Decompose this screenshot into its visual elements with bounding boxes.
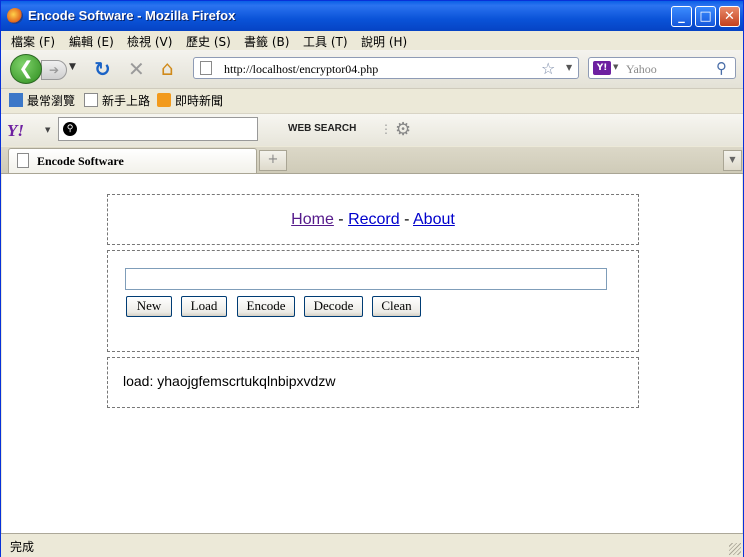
page-icon [200, 61, 212, 75]
stop-icon[interactable]: ✕ [128, 59, 145, 79]
output-text: load: yhaojgfemscrtukqlnbipxvdzw [123, 373, 336, 389]
tab-encode-software[interactable]: Encode Software [8, 148, 257, 173]
forward-button[interactable]: ➔ [41, 60, 67, 80]
bookmark-star-icon[interactable]: ☆ [541, 59, 555, 78]
editor-box: New Load Encode Decode Clean [107, 250, 639, 352]
yahoo-engine-icon[interactable]: Y! [593, 61, 611, 75]
home-icon[interactable]: ⌂ [161, 58, 174, 78]
menu-bar: 檔案 (F) 編輯 (E) 檢視 (V) 歷史 (S) 書籤 (B) 工具 (T… [1, 31, 743, 50]
back-button[interactable]: ❮ [10, 54, 42, 84]
menu-bookmarks[interactable]: 書籤 (B) [244, 33, 289, 50]
decode-button[interactable]: Decode [304, 296, 363, 317]
page-icon [17, 153, 29, 168]
status-text: 完成 [10, 540, 35, 554]
firefox-icon [7, 8, 23, 24]
bookmarks-toolbar: 最常瀏覽 新手上路 即時新聞 [1, 89, 743, 111]
bookmark-label: 新手上路 [102, 94, 151, 108]
toolbar-separator-icon: ⋮ [380, 122, 392, 136]
yahoo-dropdown-icon[interactable]: ▼ [45, 126, 50, 134]
search-icon: ⚲ [63, 122, 77, 136]
bookmark-label: 最常瀏覽 [27, 94, 76, 108]
tab-label: Encode Software [37, 154, 124, 168]
about-link[interactable]: About [413, 211, 455, 228]
menu-file[interactable]: 檔案 (F) [11, 33, 55, 50]
bookmark-getting-started[interactable]: 新手上路 [84, 92, 150, 109]
bookmark-most-visited[interactable]: 最常瀏覽 [9, 92, 75, 109]
page-icon [84, 93, 98, 107]
bookmark-label: 即時新聞 [175, 94, 224, 108]
engine-dropdown-icon[interactable]: ▼ [613, 63, 618, 71]
minimize-button[interactable]: _ [671, 6, 692, 27]
menu-view[interactable]: 檢視 (V) [127, 33, 172, 50]
text-input[interactable] [125, 268, 607, 290]
menu-help[interactable]: 說明 (H) [361, 33, 407, 50]
record-link[interactable]: Record [348, 211, 400, 228]
menu-tools[interactable]: 工具 (T) [303, 33, 348, 50]
page-content: Home - Record - About New Load Encode De… [2, 174, 742, 533]
status-bar: 完成 [1, 533, 743, 557]
nav-box: Home - Record - About [107, 194, 639, 245]
yahoo-search-input[interactable]: ⚲ [58, 117, 258, 141]
encode-button[interactable]: Encode [237, 296, 295, 317]
load-button[interactable]: Load [181, 296, 227, 317]
yahoo-logo[interactable]: Y! [7, 121, 24, 141]
clean-button[interactable]: Clean [372, 296, 421, 317]
new-tab-button[interactable]: + [259, 150, 287, 171]
url-dropdown-icon[interactable]: ▼ [566, 63, 572, 72]
most-visited-icon [9, 93, 23, 107]
browser-window: Encode Software - Mozilla Firefox _ □ ✕ … [0, 0, 744, 557]
resize-grip-icon[interactable] [729, 543, 741, 555]
nav-links: Home - Record - About [108, 211, 638, 229]
menu-edit[interactable]: 編輯 (E) [69, 33, 114, 50]
rss-icon [157, 93, 171, 107]
reload-icon[interactable]: ↻ [94, 59, 111, 79]
maximize-button[interactable]: □ [695, 6, 716, 27]
gear-icon[interactable]: ⚙ [395, 119, 411, 140]
history-dropdown-icon[interactable]: ▼ [69, 62, 76, 72]
output-box: load: yhaojgfemscrtukqlnbipxvdzw [107, 357, 639, 408]
web-search-button[interactable]: WEB SEARCH [288, 123, 356, 134]
nav-separator: - [399, 211, 413, 228]
url-text[interactable]: http://localhost/encryptor04.php [224, 62, 378, 77]
bookmark-news[interactable]: 即時新聞 [157, 92, 223, 109]
search-placeholder: Yahoo [626, 62, 657, 76]
url-bar[interactable]: http://localhost/encryptor04.php ☆ ▼ [193, 57, 579, 79]
new-button[interactable]: New [126, 296, 172, 317]
title-bar: Encode Software - Mozilla Firefox _ □ ✕ [1, 1, 743, 31]
tab-list-button[interactable]: ▼ [723, 150, 742, 171]
search-icon[interactable]: ⚲ [716, 59, 727, 77]
window-title: Encode Software - Mozilla Firefox [28, 8, 236, 23]
menu-history[interactable]: 歷史 (S) [186, 33, 231, 50]
home-link[interactable]: Home [291, 211, 334, 228]
close-button[interactable]: ✕ [719, 6, 740, 27]
search-bar[interactable]: Y! ▼ Yahoo ⚲ [588, 57, 736, 79]
nav-separator: - [333, 211, 349, 228]
